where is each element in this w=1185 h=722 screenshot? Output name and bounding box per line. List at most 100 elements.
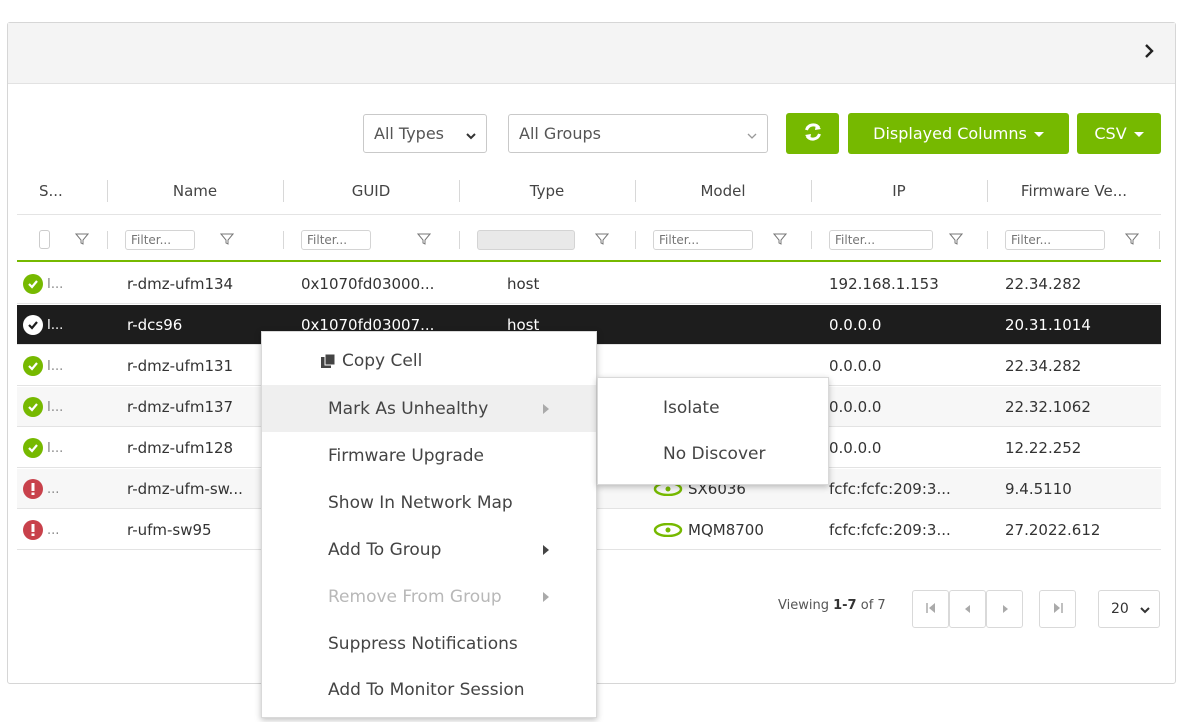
- displayed-columns-button[interactable]: Displayed Columns: [848, 113, 1069, 154]
- ip-cell: 0.0.0.0: [829, 387, 881, 427]
- firmware-text: 27.2022.612: [1005, 521, 1101, 539]
- firmware-text: 22.32.1062: [1005, 398, 1091, 416]
- funnel-icon[interactable]: [594, 232, 610, 246]
- status-cell: I...: [23, 387, 63, 427]
- ip-text: fcfc:fcfc:209:3...: [829, 480, 951, 498]
- status-cell: I...: [23, 428, 63, 468]
- model-text: MQM8700: [688, 521, 764, 539]
- column-header-model[interactable]: Model: [635, 168, 811, 214]
- prev-page-button[interactable]: [949, 590, 986, 628]
- menu-item-add-to-group[interactable]: Add To Group: [262, 526, 596, 573]
- column-header-firmware[interactable]: Firmware Ve...: [987, 168, 1161, 214]
- name-cell: r-ufm-sw95: [127, 510, 212, 550]
- firmware-filter-input[interactable]: [1005, 230, 1105, 250]
- funnel-icon[interactable]: [74, 232, 90, 246]
- chevron-down-icon: [746, 127, 758, 146]
- column-header-guid[interactable]: GUID: [283, 168, 459, 214]
- status-text: I...: [47, 358, 64, 374]
- name-filter-input[interactable]: [125, 230, 195, 250]
- ip-cell: 0.0.0.0: [829, 346, 881, 386]
- firmware-text: 22.34.282: [1005, 275, 1082, 293]
- status-text: I...: [47, 440, 64, 456]
- submenu-item-no-discover[interactable]: No Discover: [598, 431, 828, 477]
- firmware-text: 22.34.282: [1005, 357, 1082, 375]
- menu-item-firmware-upgrade[interactable]: Firmware Upgrade: [262, 432, 596, 479]
- check-circle-icon: [23, 397, 43, 417]
- menu-item-mark-as-unhealthy[interactable]: Mark As Unhealthy: [262, 385, 596, 432]
- funnel-icon[interactable]: [948, 232, 964, 246]
- alert-circle-icon: [23, 479, 43, 499]
- page-size-select[interactable]: 20: [1098, 590, 1160, 628]
- type-filter-value: All Types: [374, 124, 445, 143]
- firmware-cell: 12.22.252: [1005, 428, 1081, 468]
- caret-right-icon: [543, 404, 549, 414]
- name-cell: r-dmz-ufm128: [127, 428, 233, 468]
- ip-text: 0.0.0.0: [829, 316, 882, 334]
- nvidia-logo-icon: [653, 523, 683, 537]
- csv-button[interactable]: CSV: [1077, 113, 1161, 154]
- submenu-item-isolate[interactable]: Isolate: [598, 385, 828, 431]
- name-cell: r-dmz-ufm137: [127, 387, 233, 427]
- funnel-icon[interactable]: [772, 232, 788, 246]
- chevron-down-icon: [465, 127, 477, 146]
- ip-text: 0.0.0.0: [829, 357, 882, 375]
- table-row[interactable]: I... r-dmz-ufm134 0x1070fd03000... host 192.…: [17, 264, 1161, 304]
- alert-circle-icon: [23, 520, 43, 540]
- firmware-cell: 22.34.282: [1005, 264, 1081, 304]
- displayed-columns-label: Displayed Columns: [873, 124, 1027, 143]
- ip-filter-input[interactable]: [829, 230, 933, 250]
- panel-header: [8, 23, 1175, 84]
- next-page-icon: [1002, 603, 1008, 616]
- firmware-cell: 27.2022.612: [1005, 510, 1100, 550]
- column-header-status[interactable]: S...: [17, 168, 97, 214]
- group-filter-select[interactable]: All Groups: [508, 114, 768, 153]
- menu-item-add-to-monitor-session[interactable]: Add To Monitor Session: [262, 666, 596, 713]
- name-text: r-dmz-ufm137: [127, 398, 234, 416]
- menu-item-remove-from-group[interactable]: Remove From Group: [262, 573, 596, 620]
- menu-item-suppress-notifications[interactable]: Suppress Notifications: [262, 620, 596, 667]
- model-cell: MQM8700: [653, 510, 764, 550]
- check-circle-icon: [23, 356, 43, 376]
- status-filter-toggle[interactable]: [39, 230, 50, 249]
- first-page-button[interactable]: [912, 590, 949, 628]
- funnel-icon[interactable]: [416, 232, 432, 246]
- menu-item-show-in-network-map[interactable]: Show In Network Map: [262, 479, 596, 526]
- last-page-button[interactable]: [1039, 590, 1076, 628]
- funnel-icon[interactable]: [1124, 232, 1140, 246]
- context-menu: Copy Cell Mark As Unhealthy Firmware Upg…: [261, 331, 597, 718]
- chevron-right-icon[interactable]: [1137, 39, 1161, 63]
- viewing-summary: Viewing 1-7 of 7: [778, 598, 886, 613]
- model-filter-input[interactable]: [653, 230, 753, 250]
- name-cell: r-dmz-ufm134: [127, 264, 233, 304]
- status-cell: I...: [23, 264, 63, 304]
- status-cell: ...: [23, 469, 59, 509]
- type-cell: host: [507, 264, 539, 304]
- name-text: r-ufm-sw95: [127, 521, 212, 539]
- unhealthy-submenu: Isolate No Discover: [597, 377, 829, 485]
- type-filter-dropdown[interactable]: [477, 230, 575, 250]
- firmware-text: 20.31.1014: [1005, 316, 1091, 334]
- firmware-text: 12.22.252: [1005, 439, 1082, 457]
- ip-cell: fcfc:fcfc:209:3...: [829, 469, 951, 509]
- menu-item-copy-cell[interactable]: Copy Cell: [262, 337, 596, 384]
- type-filter-select[interactable]: All Types: [363, 114, 487, 153]
- guid-filter-input[interactable]: [301, 230, 371, 250]
- funnel-icon[interactable]: [219, 232, 235, 246]
- firmware-cell: 22.34.282: [1005, 346, 1081, 386]
- name-text: r-dcs96: [127, 316, 183, 334]
- column-header-name[interactable]: Name: [107, 168, 283, 214]
- refresh-button[interactable]: [786, 113, 839, 154]
- status-text: ...: [47, 481, 60, 497]
- ip-text: fcfc:fcfc:209:3...: [829, 521, 951, 539]
- ip-cell: fcfc:fcfc:209:3...: [829, 510, 951, 550]
- caret-down-icon: [1033, 132, 1044, 137]
- caret-right-icon: [543, 592, 549, 602]
- column-header-type[interactable]: Type: [459, 168, 635, 214]
- type-text: host: [507, 275, 540, 293]
- filter-row: [17, 214, 1161, 262]
- column-header-ip[interactable]: IP: [811, 168, 987, 214]
- refresh-icon: [802, 121, 824, 147]
- next-page-button[interactable]: [986, 590, 1023, 628]
- ip-cell: 0.0.0.0: [829, 428, 881, 468]
- name-cell: r-dmz-ufm-sw...: [127, 469, 243, 509]
